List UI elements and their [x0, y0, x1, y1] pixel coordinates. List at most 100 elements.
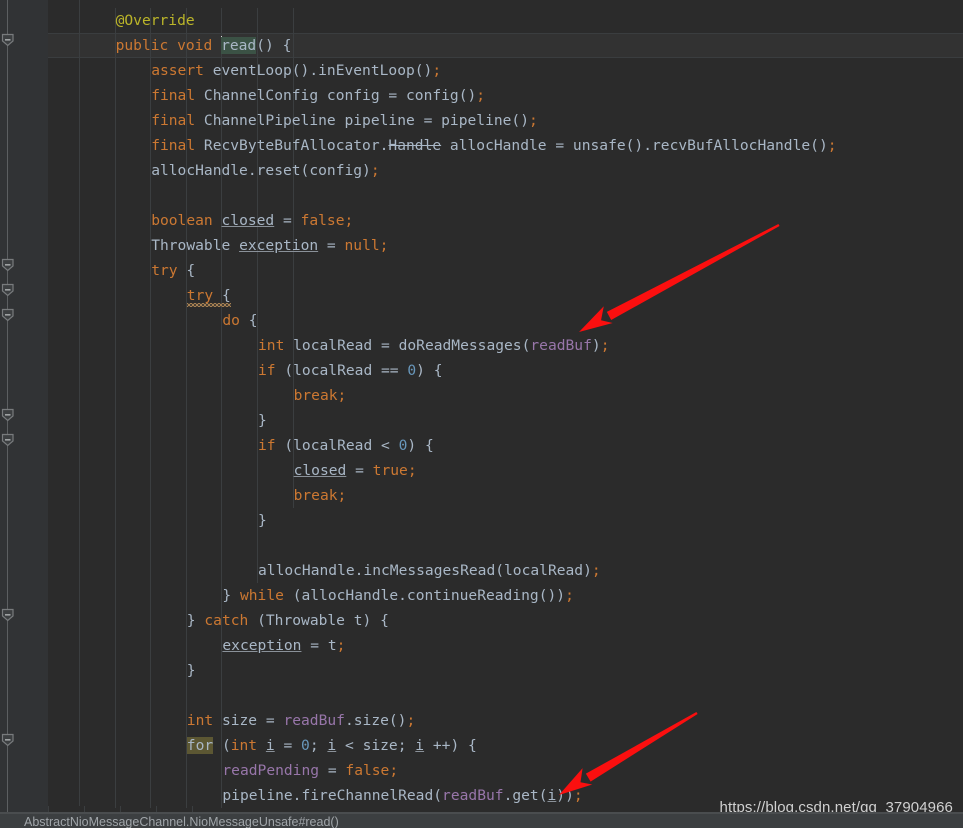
code-token: false — [345, 762, 390, 779]
code-token: ; — [827, 137, 837, 154]
code-token: (localRead < — [275, 437, 399, 454]
code-token: read — [221, 37, 257, 54]
code-token: ; — [337, 487, 347, 504]
code-token: 0 — [301, 737, 310, 754]
code-token: 0 — [407, 362, 417, 379]
editor-text-area[interactable]: @Override public void read() {assert even… — [48, 0, 963, 828]
code-token: = — [274, 212, 301, 229]
code-token: while — [239, 587, 284, 604]
code-line[interactable]: Throwable exception = null; — [151, 233, 388, 258]
code-line[interactable]: final ChannelConfig config = config(); — [151, 83, 485, 108]
code-line[interactable]: final ChannelPipeline pipeline = pipelin… — [151, 108, 538, 133]
indent-guide — [114, 8, 116, 808]
fold-marker-try-outer[interactable] — [1, 258, 15, 272]
code-token: } — [258, 512, 267, 529]
code-token: int — [258, 337, 285, 354]
code-token: = — [318, 237, 345, 254]
code-token: assert — [151, 62, 204, 79]
code-line[interactable]: } — [258, 508, 267, 533]
code-token: ( — [213, 737, 231, 754]
code-token: ; — [406, 712, 416, 729]
code-token: size = — [213, 712, 284, 729]
code-line[interactable]: if (localRead == 0) { — [258, 358, 443, 383]
code-token: pipeline.fireChannelRead( — [222, 787, 443, 804]
code-line[interactable]: pipeline.fireChannelRead(readBuf.get(i))… — [222, 783, 582, 808]
code-token: ; — [476, 87, 486, 104]
code-token: @Override — [115, 12, 195, 29]
code-line[interactable]: allocHandle.incMessagesRead(localRead); — [258, 558, 601, 583]
code-token: catch — [204, 612, 249, 629]
code-token: (allocHandle.continueReading()) — [283, 587, 566, 604]
indent-guide — [79, 0, 80, 806]
code-line[interactable]: final RecvByteBufAllocator.Handle allocH… — [151, 133, 836, 158]
code-token: final — [151, 87, 196, 104]
code-line[interactable]: } catch (Throwable t) { — [187, 608, 389, 633]
editor-gutter[interactable] — [0, 0, 48, 828]
fold-marker-if-negative[interactable] — [1, 433, 15, 447]
fold-marker-catch[interactable] — [1, 608, 15, 622]
code-token: ; — [344, 212, 354, 229]
code-token: ; — [565, 587, 574, 604]
code-token: ; — [529, 112, 538, 129]
code-line[interactable]: try { — [151, 258, 195, 283]
code-token: { — [177, 262, 196, 279]
code-token: false — [300, 212, 345, 229]
code-token: closed — [221, 212, 275, 229]
code-line[interactable]: try { — [187, 283, 231, 308]
fold-marker-if-zero[interactable] — [1, 408, 15, 422]
fold-marker-try-inner[interactable] — [1, 283, 15, 297]
code-token: try — [186, 287, 214, 304]
code-token: ; — [379, 237, 389, 254]
code-line[interactable]: } — [187, 658, 196, 683]
code-line[interactable]: break; — [294, 483, 347, 508]
fold-marker-for-loop[interactable] — [1, 733, 15, 747]
code-line[interactable]: int localRead = doReadMessages(readBuf); — [258, 333, 609, 358]
fold-marker-do-while[interactable] — [1, 308, 15, 322]
code-line[interactable]: exception = t; — [222, 633, 345, 658]
code-token: (localRead == — [275, 362, 408, 379]
breadcrumb-bar[interactable]: AbstractNioMessageChannel.NioMessageUnsa… — [0, 813, 963, 828]
code-token: do — [222, 312, 240, 329]
code-line[interactable]: readPending = false; — [222, 758, 398, 783]
code-token: i — [265, 737, 275, 754]
code-token: < size; — [336, 737, 416, 754]
code-line[interactable]: assert eventLoop().inEventLoop(); — [151, 58, 441, 83]
code-token: ; — [591, 562, 601, 579]
code-line[interactable]: for (int i = 0; i < size; i ++) { — [186, 733, 477, 758]
code-line[interactable]: public void read() { — [116, 33, 291, 58]
code-token: exception — [222, 637, 302, 654]
code-line[interactable]: allocHandle.reset(config); — [151, 158, 379, 183]
code-token: allocHandle.reset(config) — [151, 162, 371, 179]
code-token: int — [186, 712, 214, 729]
fold-marker-method-read[interactable] — [1, 33, 15, 47]
code-token: = — [274, 737, 302, 754]
code-line[interactable]: } — [258, 408, 267, 433]
code-token: = t — [301, 637, 337, 654]
code-editor-screenshot: @Override public void read() {assert even… — [0, 0, 963, 828]
code-token: .size() — [344, 712, 407, 729]
code-token: { — [239, 312, 258, 329]
code-token: allocHandle = unsafe().recvBufAllocHandl… — [441, 137, 828, 154]
code-token: int — [230, 737, 258, 754]
code-line[interactable]: do { — [222, 308, 257, 333]
code-token: ; — [600, 337, 610, 354]
code-line[interactable]: if (localRead < 0) { — [258, 433, 434, 458]
code-line[interactable]: boolean closed = false; — [151, 208, 353, 233]
code-token: ; — [432, 62, 442, 79]
code-line[interactable]: int size = readBuf.size(); — [187, 708, 415, 733]
code-token: Throwable — [151, 237, 240, 254]
code-token: = — [319, 762, 346, 779]
code-token: try — [151, 262, 178, 279]
code-token: )) — [556, 787, 574, 804]
code-token: = — [346, 462, 373, 479]
code-token: true — [372, 462, 408, 479]
code-line[interactable]: closed = true; — [294, 458, 417, 483]
code-line[interactable]: break; — [294, 383, 347, 408]
code-token: i — [547, 787, 557, 804]
code-token: ) { — [416, 362, 443, 379]
code-token: break — [293, 387, 338, 404]
code-line[interactable]: } while (allocHandle.continueReading()); — [222, 583, 573, 608]
code-token: final — [151, 112, 196, 129]
code-line[interactable]: @Override — [116, 8, 195, 33]
